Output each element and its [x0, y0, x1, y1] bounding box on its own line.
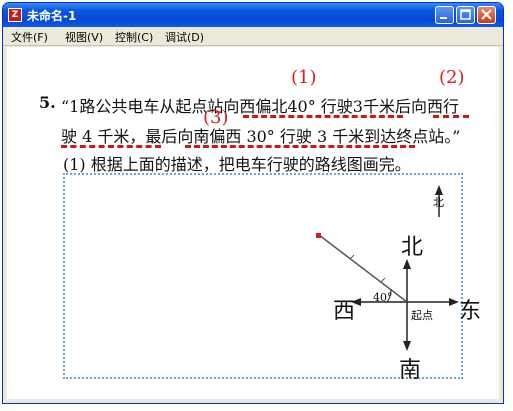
- minimize-button[interactable]: [435, 6, 454, 24]
- menu-view[interactable]: 视图(V): [65, 29, 103, 45]
- close-icon: [481, 9, 492, 20]
- marker-1: (1): [291, 67, 317, 88]
- label-west: 西: [333, 299, 356, 324]
- angle-label: 40°: [373, 291, 393, 304]
- origin-label: 起点: [411, 309, 433, 322]
- minimize-icon: [440, 17, 447, 19]
- underline-2: [433, 115, 469, 118]
- menu-debug[interactable]: 调试(D): [165, 29, 204, 45]
- label-north: 北: [401, 235, 424, 260]
- maximize-icon: [460, 9, 471, 20]
- underline-3: [185, 145, 415, 148]
- title-bar[interactable]: Z 未命名-1: [3, 3, 503, 27]
- compass-north-label: 北: [433, 196, 444, 209]
- content-area: (1) (2) 5. “1路公共电车从起点站向西偏北40° 行驶3千米后向西行 …: [7, 47, 499, 399]
- app-window: Z 未命名-1 文件(F) 视图(V) 控制(C) 调试(D) (1) (2) …: [2, 2, 504, 404]
- marker-2: (2): [439, 67, 465, 88]
- underline-1: [243, 115, 403, 118]
- drawing-area[interactable]: [63, 173, 463, 379]
- window-title: 未命名-1: [27, 9, 77, 23]
- menu-bar: 文件(F) 视图(V) 控制(C) 调试(D): [3, 27, 503, 46]
- close-button[interactable]: [477, 6, 496, 24]
- menu-control[interactable]: 控制(C): [115, 29, 153, 45]
- question-subpart: (1) 根据上面的描述，把电车行驶的路线图画完。: [63, 155, 411, 174]
- menu-file[interactable]: 文件(F): [11, 29, 48, 45]
- label-south: 南: [399, 358, 422, 383]
- question-number: 5.: [39, 93, 56, 112]
- route-diagram: [316, 185, 459, 351]
- maximize-button[interactable]: [456, 6, 475, 24]
- underline-2-cont: [61, 145, 161, 148]
- label-east: 东: [459, 299, 482, 324]
- question-line-2: 驶 4 千米，最后向南偏西 30° 行驶 3 千米到达终点站。”: [61, 127, 461, 146]
- question-line-1: “1路公共电车从起点站向西偏北40° 行驶3千米后向西行: [61, 97, 459, 116]
- app-icon: Z: [8, 8, 22, 22]
